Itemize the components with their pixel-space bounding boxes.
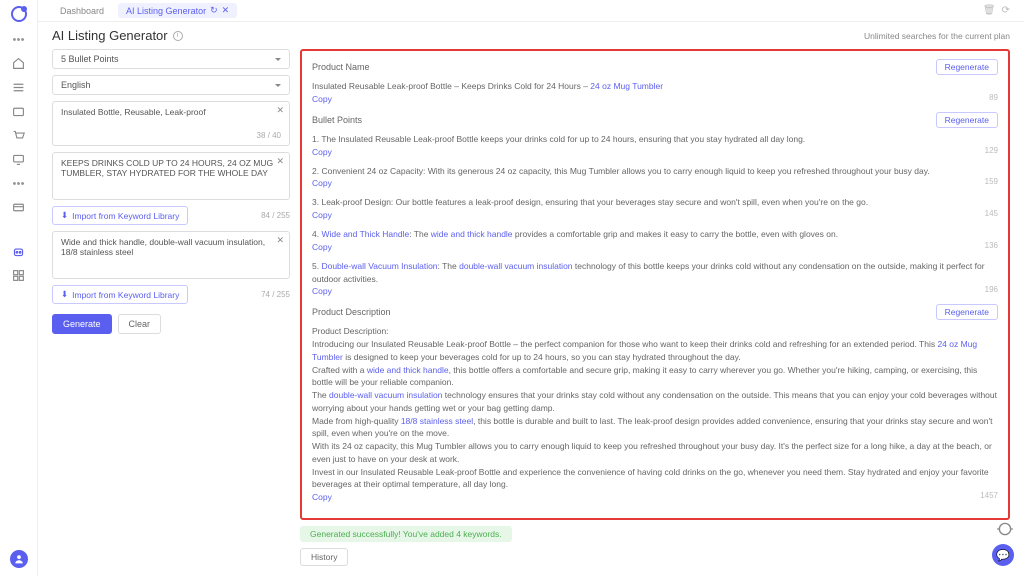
import-keywords-button[interactable]: ⬇Import from Keyword Library [52, 285, 188, 304]
menu-icon[interactable] [12, 80, 26, 94]
bullet-count-select[interactable]: 5 Bullet Points [52, 49, 290, 69]
card-icon[interactable] [12, 200, 26, 214]
page-title: AI Listing Generatori [52, 28, 183, 43]
grid-icon[interactable] [12, 268, 26, 282]
char-count: 38 / 40 [61, 131, 281, 140]
support-icon[interactable] [996, 520, 1014, 538]
language-select[interactable]: English [52, 75, 290, 95]
home-icon[interactable] [12, 56, 26, 70]
copy-link[interactable]: Copy [312, 94, 332, 104]
cart-icon[interactable] [12, 128, 26, 142]
copy-link[interactable]: Copy [312, 242, 332, 252]
bullet-item: 5. Double-wall Vacuum Insulation: The do… [312, 260, 998, 297]
char-count: 89 [989, 93, 998, 102]
tab-ai-listing[interactable]: AI Listing Generator ↻ ✕ [118, 3, 237, 18]
keywords-input-3[interactable]: Wide and thick handle, double-wall vacuu… [52, 231, 290, 279]
bullet-item: 1. The Insulated Reusable Leak-proof Bot… [312, 133, 998, 157]
char-count: 84 / 255 [261, 211, 290, 220]
generate-button[interactable]: Generate [52, 314, 112, 334]
monitor-icon[interactable] [12, 152, 26, 166]
bullet-item: 2. Convenient 24 oz Capacity: With its g… [312, 165, 998, 189]
bullet-item: 3. Leak-proof Design: Our bottle feature… [312, 196, 998, 220]
refresh-icon[interactable]: ↻ [210, 5, 218, 16]
char-count: 1457 [980, 491, 998, 500]
success-badge: Generated successfully! You've added 4 k… [300, 526, 512, 542]
section-title: Product Name [312, 62, 370, 72]
box-icon[interactable] [12, 104, 26, 118]
dots-icon[interactable] [12, 32, 26, 46]
clear-button[interactable]: Clear [118, 314, 162, 334]
tab-label: AI Listing Generator [126, 6, 206, 16]
copy-link[interactable]: Copy [312, 286, 332, 296]
history-button[interactable]: History [300, 548, 348, 566]
char-count: 74 / 255 [261, 290, 290, 299]
section-title: Bullet Points [312, 115, 362, 125]
keywords-input-2[interactable]: KEEPS DRINKS COLD UP TO 24 HOURS, 24 OZ … [52, 152, 290, 200]
copy-link[interactable]: Copy [312, 178, 332, 188]
clear-icon[interactable]: ✕ [276, 156, 284, 167]
ai-icon[interactable] [12, 244, 26, 258]
regenerate-button[interactable]: Regenerate [936, 304, 998, 320]
description-text: Product Description: Introducing our Ins… [312, 325, 998, 491]
copy-link[interactable]: Copy [312, 147, 332, 157]
close-icon[interactable]: ✕ [222, 5, 230, 16]
tab-dashboard[interactable]: Dashboard [52, 4, 112, 18]
bullet-item: 4. Wide and Thick Handle: The wide and t… [312, 228, 998, 252]
plan-text: Unlimited searches for the current plan [864, 31, 1010, 41]
info-icon[interactable]: i [173, 31, 183, 41]
clock-icon[interactable]: ⟳ [1002, 5, 1010, 16]
copy-link[interactable]: Copy [312, 492, 332, 502]
regenerate-button[interactable]: Regenerate [936, 112, 998, 128]
app-logo[interactable] [11, 6, 27, 22]
user-avatar[interactable] [10, 550, 28, 568]
results-panel: Product Name Regenerate Insulated Reusab… [300, 49, 1010, 520]
chat-fab[interactable]: 💬 [992, 544, 1014, 566]
section-title: Product Description [312, 307, 391, 317]
clear-icon[interactable]: ✕ [276, 105, 284, 116]
tab-label: Dashboard [60, 6, 104, 16]
dots-icon-2[interactable] [12, 176, 26, 190]
clear-icon[interactable]: ✕ [276, 235, 284, 246]
keywords-input-1[interactable]: Insulated Bottle, Reusable, Leak-proof ✕… [52, 101, 290, 146]
product-name-text: Insulated Reusable Leak-proof Bottle – K… [312, 80, 998, 93]
import-keywords-button[interactable]: ⬇Import from Keyword Library [52, 206, 188, 225]
copy-link[interactable]: Copy [312, 210, 332, 220]
trash-icon[interactable]: 🗑 [983, 5, 996, 16]
regenerate-button[interactable]: Regenerate [936, 59, 998, 75]
